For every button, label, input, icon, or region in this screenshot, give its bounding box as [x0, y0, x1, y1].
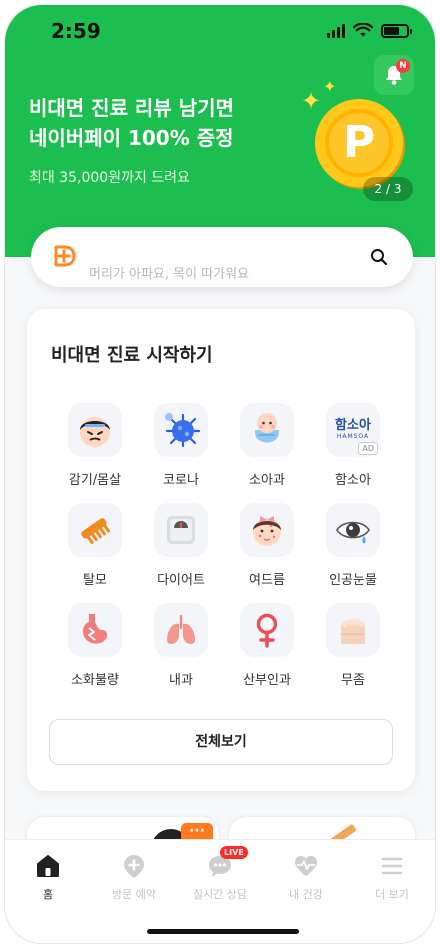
stomach-icon: [82, 614, 108, 644]
hamsoa-logo: 함소아 HAMSOA AD: [326, 403, 380, 457]
virus-icon: [165, 413, 201, 448]
live-badge: LIVE: [220, 846, 248, 859]
category-internal-medicine[interactable]: 내과: [141, 603, 221, 699]
lungs-icon: [167, 614, 195, 644]
category-label: 함소아: [335, 473, 371, 488]
promo-title: 비대면 진료 리뷰 남기면 네이버페이 100% 증정: [29, 93, 299, 153]
category-label: 탈모: [83, 573, 107, 588]
symptom-search-bar[interactable]: 머리가 아파요, 목이 따가워요: [31, 227, 413, 287]
promo-subtitle: 최대 35,000원까지 드려요: [29, 170, 190, 186]
acne-face-icon: [253, 516, 281, 546]
home-indicator: [147, 929, 299, 934]
eye-drop-icon: [336, 521, 370, 544]
category-label: 감기/몸살: [68, 473, 122, 488]
notification-button[interactable]: N: [374, 55, 414, 95]
app-logo-icon: [54, 245, 76, 267]
tab-label: 방문 예약: [112, 888, 156, 901]
status-time: 2:59: [51, 19, 101, 43]
tab-more[interactable]: 더 보기: [349, 852, 435, 902]
female-symbol-icon: [256, 613, 278, 648]
category-label: 코로나: [163, 473, 199, 488]
card-title: 비대면 진료 시작하기: [51, 345, 213, 366]
category-acne[interactable]: 여드름: [227, 503, 307, 599]
app-screen: 2:59 N 비대면 진료 리뷰 남기면 네이버페이 100% 증정 최대 35…: [4, 4, 436, 944]
promo-banner[interactable]: 2:59 N 비대면 진료 리뷰 남기면 네이버페이 100% 증정 최대 35…: [5, 5, 435, 257]
baby-icon: [255, 413, 279, 443]
category-label: 무좀: [341, 673, 365, 688]
status-bar: 2:59: [5, 5, 435, 57]
tab-label: 홈: [42, 888, 54, 901]
category-corona[interactable]: 코로나: [141, 403, 221, 499]
category-athletes-foot[interactable]: 무좀: [313, 603, 393, 699]
telemedicine-start-card: 비대면 진료 시작하기 감기/몸살 코로나 소아과 함소아 HAMSOA AD …: [27, 309, 415, 791]
category-pediatrics[interactable]: 소아과: [227, 403, 307, 499]
home-icon: [37, 855, 59, 877]
tab-visit-booking[interactable]: 방문 예약: [91, 852, 177, 902]
category-label: 여드름: [249, 573, 285, 588]
tab-live-consult[interactable]: LIVE 실시간 상담: [177, 846, 263, 902]
promo-title-line1: 비대면 진료 리뷰 남기면: [29, 96, 234, 120]
hamsoa-logo-sub: HAMSOA: [336, 433, 370, 440]
wifi-icon: [353, 23, 373, 37]
comb-icon: [81, 518, 111, 545]
banner-pager: 2 / 3: [363, 177, 413, 201]
category-label: 다이어트: [157, 573, 205, 588]
sick-face-icon: [80, 417, 110, 447]
tab-label: 더 보기: [375, 888, 409, 901]
category-label: 소화불량: [71, 673, 119, 688]
tab-label: 내 건강: [289, 888, 323, 901]
category-diet[interactable]: 다이어트: [141, 503, 221, 599]
scale-icon: [167, 516, 195, 544]
category-hair-loss[interactable]: 탈모: [55, 503, 135, 599]
category-label: 내과: [169, 673, 193, 688]
hamsoa-logo-text: 함소아: [335, 418, 371, 433]
category-obgyn[interactable]: 산부인과: [227, 603, 307, 699]
heart-pulse-icon: [295, 856, 317, 876]
ad-badge: AD: [358, 442, 378, 455]
tab-label: 실시간 상담: [192, 888, 248, 901]
category-label: 소아과: [249, 473, 285, 488]
search-placeholder: 머리가 아파요, 목이 따가워요: [89, 267, 250, 282]
hospital-pin-icon: [124, 855, 144, 878]
tab-home[interactable]: 홈: [5, 852, 91, 902]
status-icons: [327, 23, 412, 38]
category-cold[interactable]: 감기/몸살: [55, 403, 135, 499]
notification-badge: N: [396, 59, 410, 73]
view-all-button[interactable]: 전체보기: [49, 719, 393, 765]
menu-icon: [381, 857, 403, 875]
category-label: 산부인과: [243, 673, 291, 688]
category-indigestion[interactable]: 소화불량: [55, 603, 135, 699]
search-icon[interactable]: [369, 247, 389, 267]
category-label: 인공눈물: [329, 573, 377, 588]
category-eye-drops[interactable]: 인공눈물: [313, 503, 393, 599]
foot-icon: [341, 618, 365, 644]
signal-icon: [327, 23, 345, 38]
battery-icon: [381, 23, 412, 38]
category-hamsoa[interactable]: 함소아 HAMSOA AD 함소아: [313, 403, 393, 499]
coin-letter: P: [342, 117, 376, 168]
tab-my-health[interactable]: 내 건강: [263, 852, 349, 902]
promo-title-line2: 네이버페이 100% 증정: [29, 126, 234, 150]
